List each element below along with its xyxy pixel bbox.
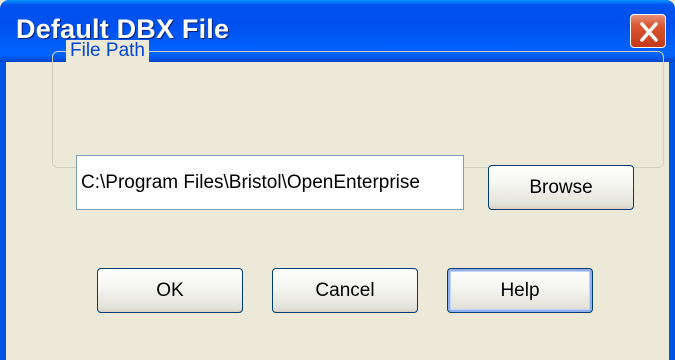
- close-icon: [640, 22, 658, 42]
- browse-button[interactable]: Browse: [488, 165, 634, 210]
- cancel-button[interactable]: Cancel: [272, 268, 418, 313]
- file-path-input[interactable]: [76, 155, 464, 210]
- ok-button[interactable]: OK: [97, 268, 243, 313]
- file-path-groupbox: [52, 51, 664, 168]
- file-path-group-label: File Path: [66, 40, 149, 62]
- close-button[interactable]: [630, 14, 666, 48]
- help-button[interactable]: Help: [447, 268, 593, 313]
